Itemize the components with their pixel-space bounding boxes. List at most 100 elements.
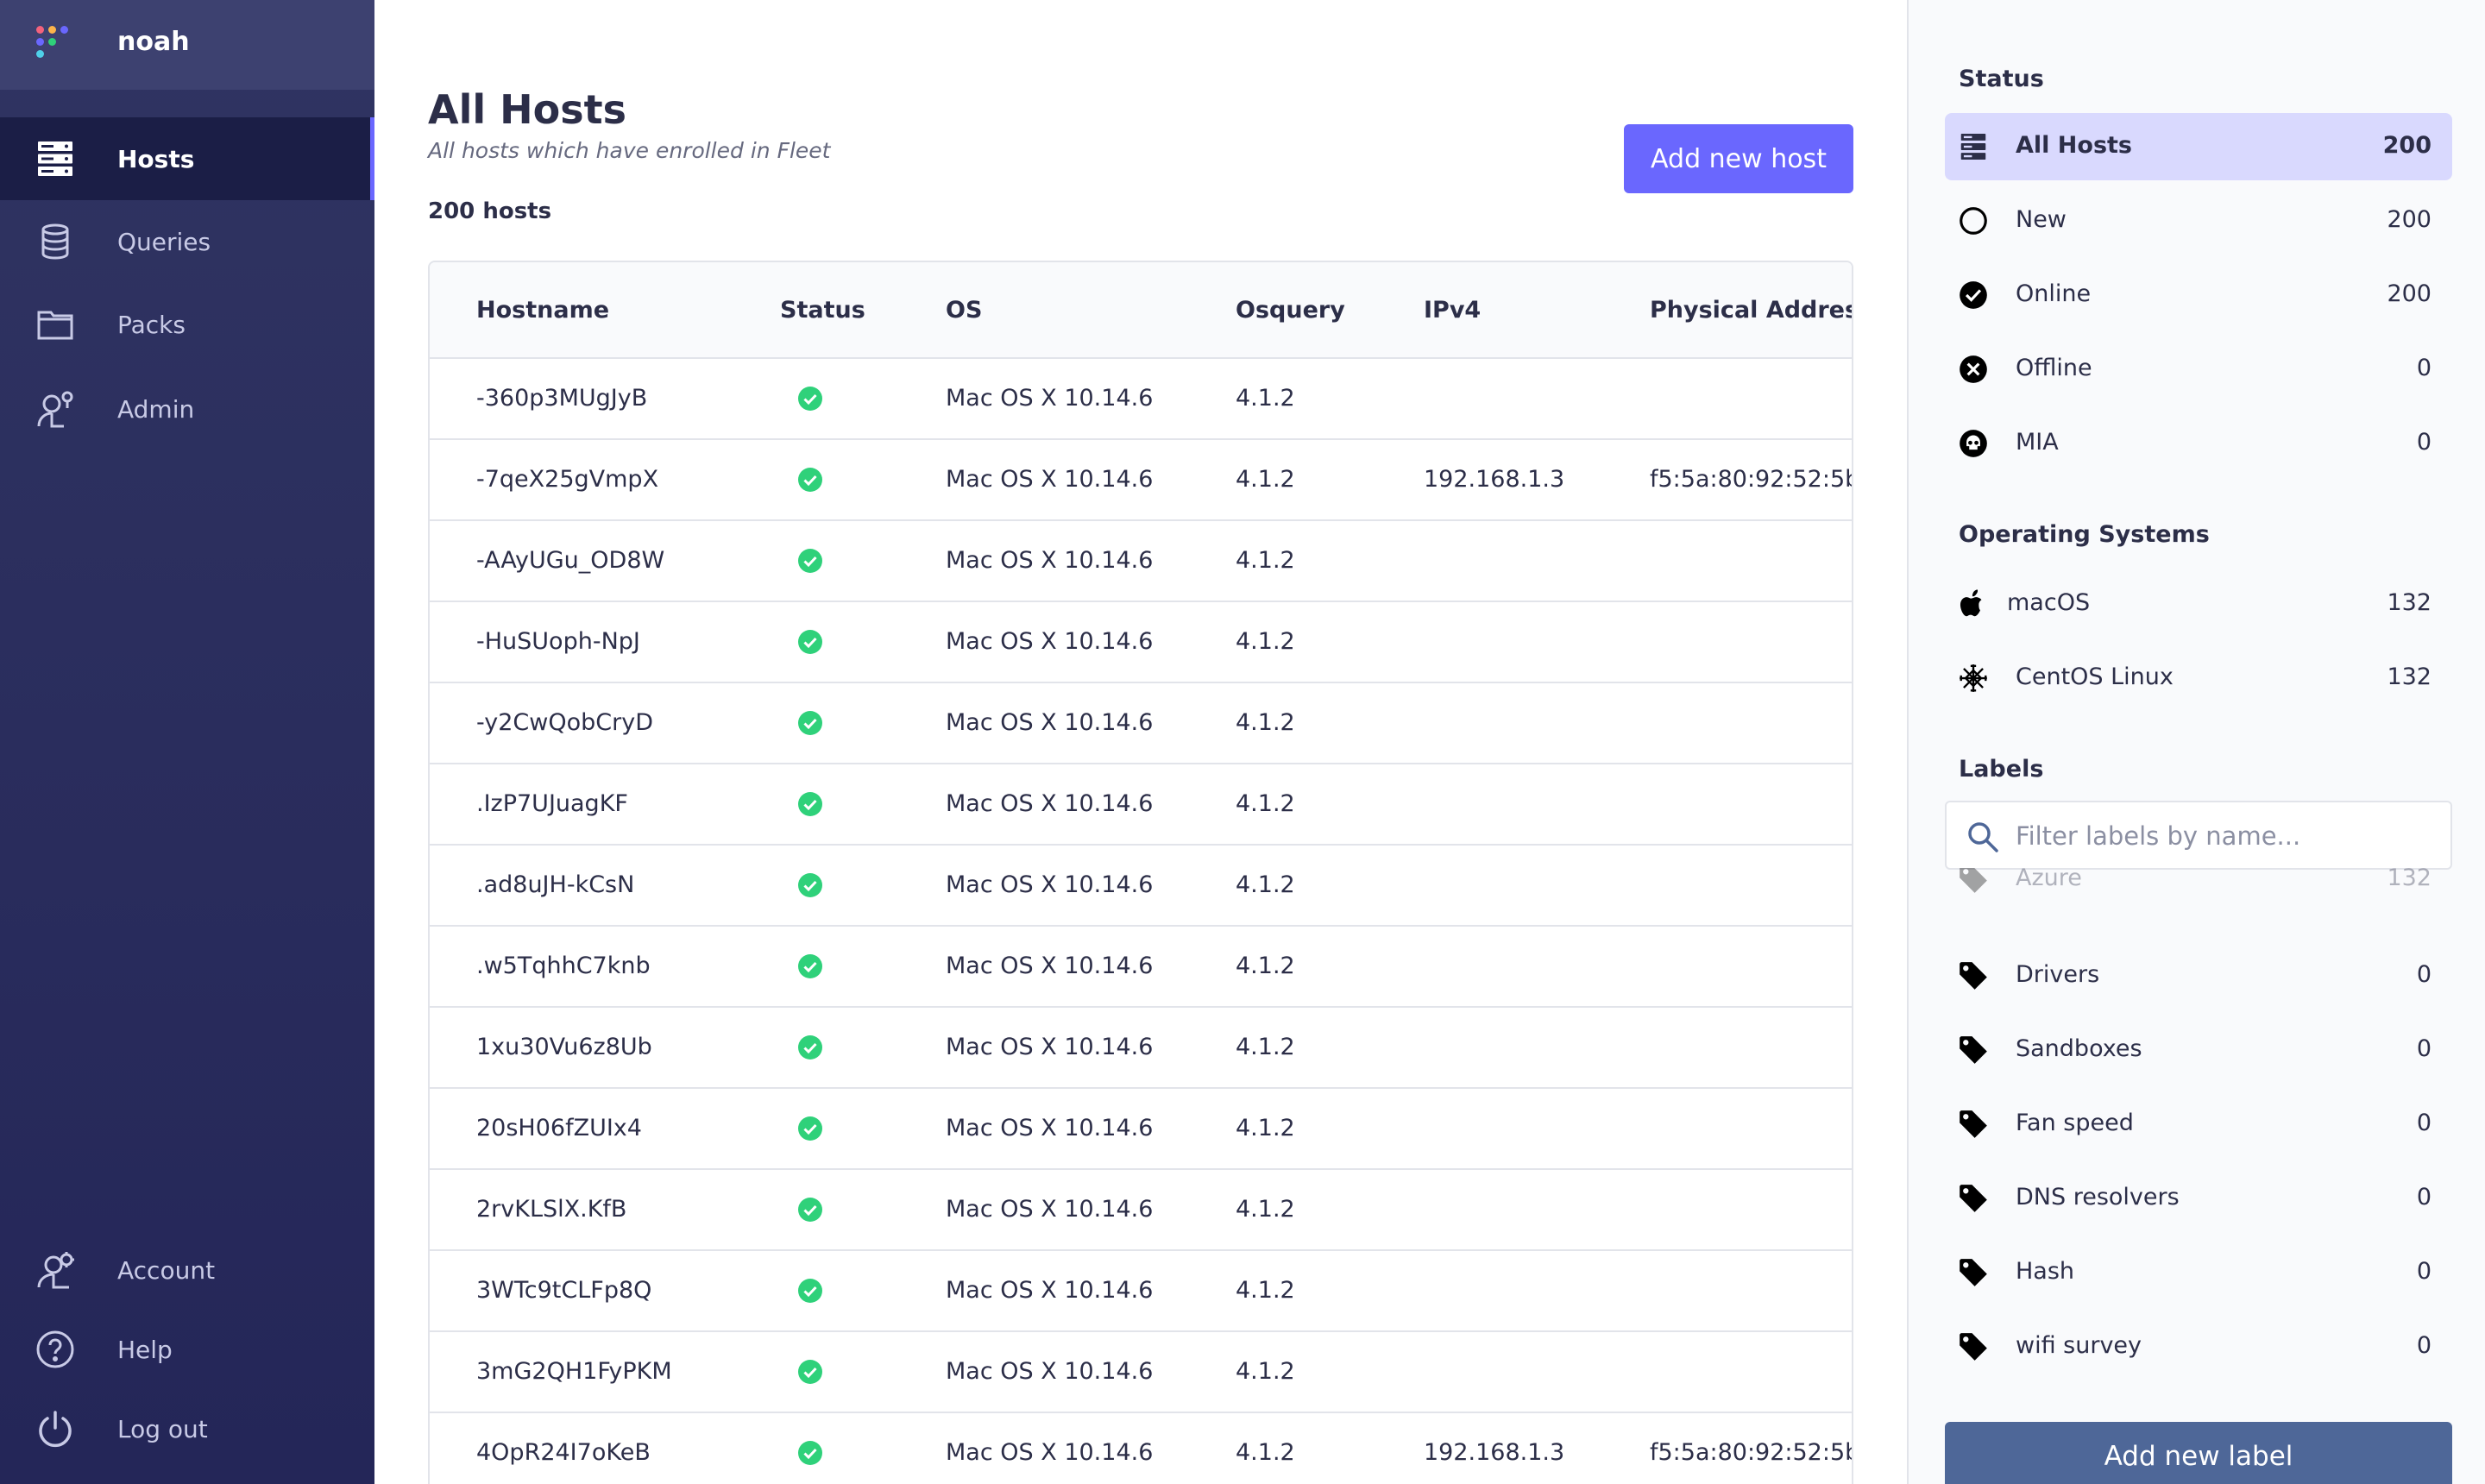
nav-label-packs: Packs bbox=[117, 310, 186, 339]
cell-hostname[interactable]: 4OpR24I7oKeB bbox=[476, 1439, 651, 1466]
column-header-status[interactable]: Status bbox=[780, 297, 865, 324]
add-new-host-button[interactable]: Add new host bbox=[1624, 124, 1853, 193]
power-icon bbox=[35, 1408, 76, 1449]
cell-hostname[interactable]: 1xu30Vu6z8Ub bbox=[476, 1034, 652, 1060]
filter-label: Offline bbox=[2016, 355, 2092, 381]
filter-label: macOS bbox=[2007, 589, 2091, 616]
cell-os: Mac OS X 10.14.6 bbox=[946, 385, 1154, 412]
nav-item-account[interactable]: Account bbox=[0, 1229, 374, 1311]
cell-hostname[interactable]: -y2CwQobCryD bbox=[476, 709, 653, 736]
filter-count: 0 bbox=[2416, 1332, 2432, 1359]
nav-item-logout[interactable]: Log out bbox=[0, 1387, 374, 1470]
filter-label-azure[interactable]: Azure 132 bbox=[1945, 868, 2452, 906]
os-section-title: Operating Systems bbox=[1959, 521, 2210, 548]
column-header-osquery[interactable]: Osquery bbox=[1236, 297, 1345, 324]
cell-osquery: 4.1.2 bbox=[1236, 1034, 1295, 1060]
cell-os: Mac OS X 10.14.6 bbox=[946, 709, 1154, 736]
table-row[interactable]: -AAyUGu_OD8W Mac OS X 10.14.6 4.1.2 bbox=[430, 521, 1852, 602]
filter-new[interactable]: New 200 bbox=[1945, 187, 2452, 255]
column-header-os[interactable]: OS bbox=[946, 297, 982, 324]
nav-item-packs[interactable]: Packs bbox=[0, 283, 374, 366]
cell-hostname[interactable]: .ad8uJH-kCsN bbox=[476, 871, 634, 898]
filter-count: 200 bbox=[2387, 280, 2432, 307]
hosts-icon bbox=[35, 138, 76, 179]
filter-count: 0 bbox=[2416, 1184, 2432, 1210]
filter-label-drivers[interactable]: Drivers 0 bbox=[1945, 942, 2452, 1009]
filter-label: All Hosts bbox=[2016, 132, 2132, 159]
filter-label-fan-speed[interactable]: Fan speed 0 bbox=[1945, 1091, 2452, 1158]
table-row[interactable]: .ad8uJH-kCsN Mac OS X 10.14.6 4.1.2 bbox=[430, 846, 1852, 927]
table-row[interactable]: 3WTc9tCLFp8Q Mac OS X 10.14.6 4.1.2 bbox=[430, 1251, 1852, 1332]
cell-hostname[interactable]: 3WTc9tCLFp8Q bbox=[476, 1277, 651, 1304]
table-row[interactable]: 3mG2QH1FyPKM Mac OS X 10.14.6 4.1.2 bbox=[430, 1332, 1852, 1413]
filter-offline[interactable]: Offline 0 bbox=[1945, 336, 2452, 403]
table-row[interactable]: 4OpR24I7oKeB Mac OS X 10.14.6 4.1.2 192.168… bbox=[430, 1413, 1852, 1484]
column-header-ipv4[interactable]: IPv4 bbox=[1424, 297, 1481, 324]
nav-item-queries[interactable]: Queries bbox=[0, 200, 374, 283]
cell-os: Mac OS X 10.14.6 bbox=[946, 628, 1154, 655]
tag-icon bbox=[1957, 1256, 1990, 1289]
table-row[interactable]: .w5TqhhC7knb Mac OS X 10.14.6 4.1.2 bbox=[430, 927, 1852, 1008]
table-row[interactable]: -7qeX25gVmpX Mac OS X 10.14.6 4.1.2 192.168… bbox=[430, 440, 1852, 521]
cell-os: Mac OS X 10.14.6 bbox=[946, 1034, 1154, 1060]
cell-hostname[interactable]: 20sH06fZUIx4 bbox=[476, 1115, 642, 1141]
filter-online[interactable]: Online 200 bbox=[1945, 261, 2452, 329]
cell-osquery: 4.1.2 bbox=[1236, 1115, 1295, 1141]
nav-label-hosts: Hosts bbox=[117, 144, 195, 173]
filter-label-hash[interactable]: Hash 0 bbox=[1945, 1239, 2452, 1306]
table-row[interactable]: 1xu30Vu6z8Ub Mac OS X 10.14.6 4.1.2 bbox=[430, 1008, 1852, 1089]
cell-os: Mac OS X 10.14.6 bbox=[946, 953, 1154, 979]
online-status-icon bbox=[797, 1359, 823, 1385]
filter-count: 0 bbox=[2416, 429, 2432, 456]
column-header-physical-address[interactable]: Physical Address bbox=[1650, 297, 1852, 324]
nav-label-queries: Queries bbox=[117, 227, 211, 256]
table-row[interactable]: 20sH06fZUIx4 Mac OS X 10.14.6 4.1.2 bbox=[430, 1089, 1852, 1170]
cell-hostname[interactable]: -AAyUGu_OD8W bbox=[476, 547, 664, 574]
filter-count: 200 bbox=[2387, 206, 2432, 233]
cell-hostname[interactable]: .w5TqhhC7knb bbox=[476, 953, 651, 979]
cell-osquery: 4.1.2 bbox=[1236, 709, 1295, 736]
cell-hostname[interactable]: -7qeX25gVmpX bbox=[476, 466, 658, 493]
cell-hostname[interactable]: 3mG2QH1FyPKM bbox=[476, 1358, 672, 1385]
cell-hostname[interactable]: .IzP7UJuagKF bbox=[476, 790, 628, 817]
nav-item-help[interactable]: Help bbox=[0, 1308, 374, 1391]
filter-label: Fan speed bbox=[2016, 1110, 2134, 1136]
table-row[interactable]: 2rvKLSlX.KfB Mac OS X 10.14.6 4.1.2 bbox=[430, 1170, 1852, 1251]
cell-os: Mac OS X 10.14.6 bbox=[946, 790, 1154, 817]
filter-count: 0 bbox=[2416, 1035, 2432, 1062]
cell-os: Mac OS X 10.14.6 bbox=[946, 1277, 1154, 1304]
filter-os-centos[interactable]: CentOS Linux 132 bbox=[1945, 645, 2452, 712]
org-header[interactable]: noah bbox=[0, 0, 374, 90]
cell-os: Mac OS X 10.14.6 bbox=[946, 547, 1154, 574]
cell-osquery: 4.1.2 bbox=[1236, 1439, 1295, 1466]
filter-mia[interactable]: MIA 0 bbox=[1945, 410, 2452, 477]
filter-label-sandboxes[interactable]: Sandboxes 0 bbox=[1945, 1016, 2452, 1084]
online-status-icon bbox=[797, 1034, 823, 1060]
add-new-label-button[interactable]: Add new label bbox=[1945, 1422, 2452, 1484]
column-header-hostname[interactable]: Hostname bbox=[476, 297, 609, 324]
tag-icon bbox=[1957, 1182, 1990, 1215]
online-status-icon bbox=[797, 1278, 823, 1304]
filter-label-dns-resolvers[interactable]: DNS resolvers 0 bbox=[1945, 1165, 2452, 1232]
status-section-title: Status bbox=[1959, 66, 2044, 92]
online-status-icon bbox=[797, 791, 823, 817]
filter-label: DNS resolvers bbox=[2016, 1184, 2180, 1210]
filter-all-hosts[interactable]: All Hosts 200 bbox=[1945, 113, 2452, 180]
nav-item-hosts[interactable]: Hosts bbox=[0, 117, 374, 200]
table-row[interactable]: .IzP7UJuagKF Mac OS X 10.14.6 4.1.2 bbox=[430, 764, 1852, 846]
filter-label: Sandboxes bbox=[2016, 1035, 2142, 1062]
filter-count: 0 bbox=[2416, 1110, 2432, 1136]
table-row[interactable]: -360p3MUgJyB Mac OS X 10.14.6 4.1.2 bbox=[430, 359, 1852, 440]
nav-item-admin[interactable]: Admin bbox=[0, 368, 374, 450]
cell-hostname[interactable]: -HuSUoph-NpJ bbox=[476, 628, 640, 655]
table-row[interactable]: -y2CwQobCryD Mac OS X 10.14.6 4.1.2 bbox=[430, 683, 1852, 764]
nav-label-account: Account bbox=[117, 1255, 216, 1285]
online-status-icon bbox=[797, 872, 823, 898]
cell-hostname[interactable]: 2rvKLSlX.KfB bbox=[476, 1196, 626, 1223]
filter-os-macos[interactable]: macOS 132 bbox=[1945, 570, 2452, 638]
cell-physical-address: f5:5a:80:92:52:5b bbox=[1650, 1439, 1853, 1466]
table-row[interactable]: -HuSUoph-NpJ Mac OS X 10.14.6 4.1.2 bbox=[430, 602, 1852, 683]
filter-label-wifi-survey[interactable]: wifi survey 0 bbox=[1945, 1313, 2452, 1380]
label-search-input[interactable] bbox=[2016, 814, 2438, 858]
cell-hostname[interactable]: -360p3MUgJyB bbox=[476, 385, 647, 412]
